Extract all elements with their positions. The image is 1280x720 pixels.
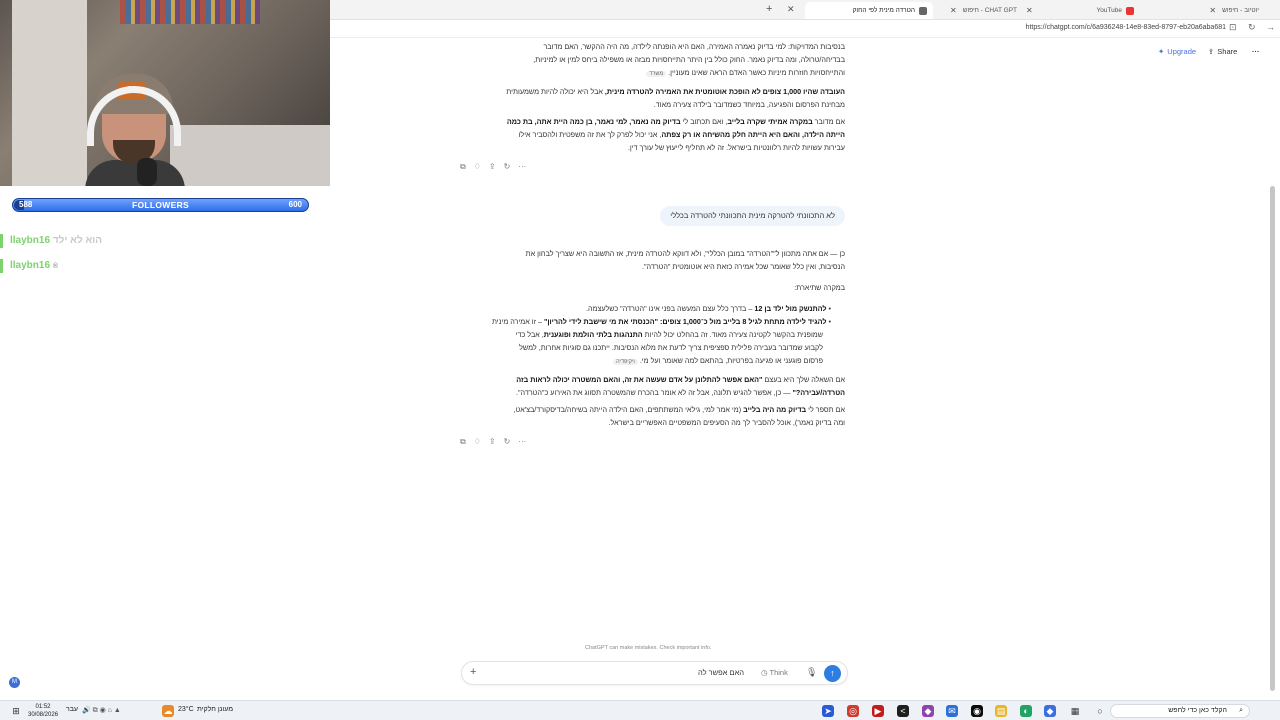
attach-button[interactable]: +	[470, 666, 476, 678]
thumbs-icon[interactable]: ♢	[474, 437, 481, 447]
windows-start-icon[interactable]: ⊞	[10, 705, 22, 717]
app-icon[interactable]: ✉	[946, 705, 958, 717]
app-icon[interactable]: ◎	[847, 705, 859, 717]
clock[interactable]: 01:52 30/08/2026	[28, 703, 58, 719]
task-view-icon[interactable]: ▦	[1069, 705, 1081, 717]
assistant-message: כן — אם אתה מתכוון ל""הטרדה" במובן הכללי…	[465, 247, 845, 429]
webcam-feed: M	[0, 0, 330, 186]
disclaimer: ChatGPT can make mistakes. Check importa…	[585, 645, 712, 651]
more-options-button[interactable]: ···	[1252, 47, 1260, 56]
stream-chat-message: llaybn16 הוא לא ילד	[10, 235, 103, 246]
tab-youtube-search[interactable]: יוטיוב - חיפוש ✕	[1145, 2, 1265, 19]
share-message-icon[interactable]: ⇪	[489, 437, 496, 447]
browser-tab-bar: + ✕ הטרדה מינית לפי החוק CHAT GPT - חיפו…	[330, 0, 1280, 20]
microphone-icon[interactable]: 🎙	[806, 667, 817, 678]
tab-search[interactable]: CHAT GPT - חיפוש ✕	[905, 2, 1023, 19]
search-circle-icon[interactable]: ○	[1094, 705, 1106, 717]
app-icon[interactable]: ◆	[1044, 705, 1056, 717]
send-button[interactable]: ↑	[824, 665, 841, 682]
app-icon[interactable]: <	[897, 705, 909, 717]
edge-icon[interactable]: ◐	[1020, 705, 1032, 717]
message-actions: ⧉ ♢ ⇪ ↻ ···	[460, 162, 526, 172]
copy-icon[interactable]: ⧉	[460, 437, 466, 447]
composer-input[interactable]: האם אפשר לה	[698, 668, 744, 677]
regenerate-icon[interactable]: ↻	[504, 162, 511, 172]
scrollbar[interactable]	[1270, 186, 1275, 691]
list-item: • להגיד לילדה מתחת לגיל 8 בלייב מול כ־1,…	[491, 317, 831, 326]
app-icon[interactable]: ◆	[922, 705, 934, 717]
reload-icon[interactable]: ↻	[1248, 22, 1256, 33]
weather-temp: 23°C	[178, 706, 194, 713]
close-tab-icon[interactable]: ✕	[1026, 6, 1033, 15]
more-icon[interactable]: ···	[518, 437, 526, 447]
stream-chat-message: llaybn16 ®	[10, 260, 58, 271]
more-icon[interactable]: ···	[518, 162, 526, 172]
new-tab-button[interactable]: +	[766, 3, 772, 15]
share-icon: ⇪	[1208, 47, 1215, 56]
file-explorer-icon[interactable]: ▤	[995, 705, 1007, 717]
language-indicator[interactable]: עבר	[66, 706, 78, 713]
copy-icon[interactable]: ⧉	[460, 162, 466, 172]
close-tab-icon[interactable]: ✕	[1209, 6, 1216, 15]
weather-text: מעונן חלקית	[197, 706, 234, 713]
taskbar: ⊞ 01:52 30/08/2026 עבר 🔊 ⧉ ◉ ⌂ ▲ ☁ 23°C …	[0, 700, 1280, 720]
webcam-background-door	[12, 0, 87, 186]
followers-goal-bar: 588 FOLLOWERS 600	[12, 198, 309, 212]
app-icon[interactable]: ▶	[872, 705, 884, 717]
upgrade-button[interactable]: ✦ Upgrade	[1158, 47, 1196, 56]
close-tab-icon[interactable]: ✕	[787, 4, 795, 15]
share-button[interactable]: ⇪ Share	[1208, 47, 1237, 56]
tray-icons[interactable]: 🔊 ⧉ ◉ ⌂ ▲	[82, 706, 121, 715]
webcam-background-bed	[170, 125, 330, 186]
tab-youtube[interactable]: YouTube ✕	[1020, 2, 1140, 19]
regenerate-icon[interactable]: ↻	[504, 437, 511, 447]
close-tab-icon[interactable]: ✕	[950, 6, 957, 15]
weather-icon: ☁	[162, 705, 174, 717]
webcam-background-shelf	[120, 0, 260, 24]
message-actions: ⧉ ♢ ⇪ ↻ ···	[460, 437, 526, 447]
streamer: M	[85, 60, 185, 186]
youtube-icon	[1126, 6, 1134, 15]
app-icon[interactable]: ➤	[822, 705, 834, 717]
followers-label: FOLLOWERS	[132, 200, 189, 210]
user-message: לא התכוונתי להטרקה מינית התכוונתי להטרדה…	[660, 206, 845, 226]
followers-goal: 600	[288, 200, 302, 209]
search-icon: ⌕	[1239, 707, 1243, 714]
thumbs-icon[interactable]: ♢	[474, 162, 481, 172]
source-chip[interactable]: ויקיפדיה	[613, 359, 638, 365]
sparkle-icon: ✦	[1158, 47, 1165, 56]
address-bar[interactable]: https://chatgpt.com/c/6a936248-14e8-83ed…	[330, 20, 1280, 38]
taskbar-search[interactable]: הקלד כאן כדי לחפש ⌕	[1110, 704, 1250, 718]
url-text[interactable]: https://chatgpt.com/c/6a936248-14e8-83ed…	[1026, 24, 1226, 31]
message-composer[interactable]: + האם אפשר לה ◷ Think 🎙 ↑	[461, 661, 848, 685]
app-icon[interactable]: ◉	[971, 705, 983, 717]
back-icon[interactable]: →	[1266, 22, 1275, 32]
microphone	[137, 158, 157, 186]
site-info-icon[interactable]: ⊡	[1229, 22, 1237, 33]
think-button[interactable]: ◷ Think	[761, 668, 788, 677]
assistant-message: בנסיבות המדויקות: למי בדיוק נאמרה האמירה…	[506, 42, 845, 152]
source-chip[interactable]: משרד	[646, 71, 667, 77]
share-message-icon[interactable]: ⇪	[489, 162, 496, 172]
assistant-bubble-icon[interactable]: M	[9, 677, 20, 688]
list-item: • להתנשק מול ילד בן 12 – בדרך כלל עצם המ…	[585, 304, 831, 313]
